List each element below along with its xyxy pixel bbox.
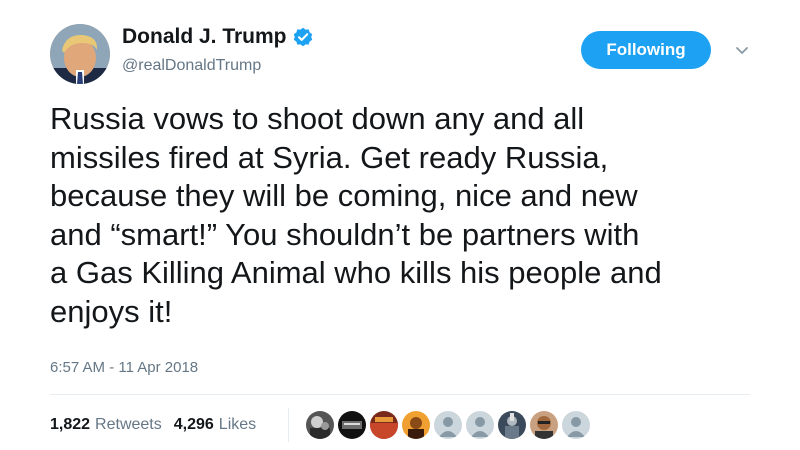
default-avatar-icon[interactable] xyxy=(465,410,495,440)
engagement-stats: 1,822 Retweets 4,296 Likes xyxy=(50,416,256,434)
chevron-down-icon[interactable] xyxy=(734,44,750,56)
profile-avatar[interactable] xyxy=(50,24,110,84)
retweets-label: Retweets xyxy=(95,416,162,433)
likes-stat[interactable]: 4,296 Likes xyxy=(174,416,256,434)
retweets-count: 1,822 xyxy=(50,416,91,433)
user-handle[interactable]: @realDonaldTrump xyxy=(122,57,261,75)
tweet-text-line: and “smart!” You shouldn’t be partners w… xyxy=(50,216,640,252)
likes-label: Likes xyxy=(218,416,257,433)
liker-avatar[interactable] xyxy=(337,410,367,440)
tweet-card: Donald J. Trump @realDonaldTrump Followi… xyxy=(0,0,800,450)
liker-avatar[interactable] xyxy=(529,410,559,440)
stats-divider xyxy=(288,408,289,442)
display-name[interactable]: Donald J. Trump xyxy=(122,25,287,49)
tweet-text-line: Russia vows to shoot down any and all xyxy=(50,101,585,136)
tweet-text: Russia vows to shoot down any and all mi… xyxy=(50,100,750,331)
retweets-stat[interactable]: 1,822 Retweets xyxy=(50,416,162,434)
following-button[interactable]: Following xyxy=(581,31,711,69)
tweet-text-line: because they will be coming, nice and ne… xyxy=(50,178,638,213)
liker-avatar[interactable] xyxy=(305,410,335,440)
liker-avatar[interactable] xyxy=(497,410,527,440)
divider xyxy=(50,394,750,395)
default-avatar-icon[interactable] xyxy=(433,410,463,440)
tweet-text-line: a Gas Killing Animal who kills his peopl… xyxy=(50,255,662,290)
likes-count: 4,296 xyxy=(173,416,214,433)
verified-badge-icon xyxy=(293,27,313,47)
name-row: Donald J. Trump xyxy=(122,25,313,49)
tweet-text-line: enjoys it! xyxy=(50,293,173,329)
tweet-timestamp[interactable]: 6:57 AM - 11 Apr 2018 xyxy=(50,359,198,376)
liker-avatar[interactable] xyxy=(369,410,399,440)
tweet-text-line: missiles fired at Syria. Get ready Russi… xyxy=(50,139,609,175)
default-avatar-icon[interactable] xyxy=(561,410,591,440)
liker-avatar[interactable] xyxy=(401,410,431,440)
